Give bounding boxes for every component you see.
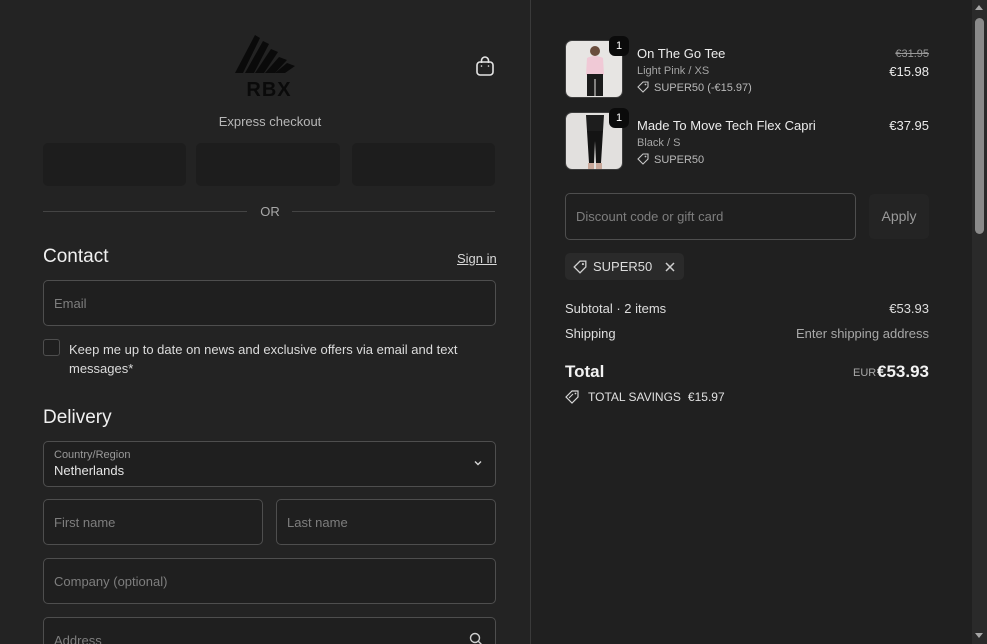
quantity-badge: 1 bbox=[609, 108, 629, 128]
brand-logo[interactable]: RBX bbox=[233, 33, 305, 99]
discount-code-field[interactable] bbox=[565, 193, 856, 240]
item-discount-text: SUPER50 bbox=[654, 154, 705, 166]
last-name-field[interactable] bbox=[276, 499, 496, 545]
express-pay-button-1[interactable] bbox=[43, 143, 186, 186]
express-checkout-label: Express checkout bbox=[218, 114, 322, 129]
country-select-value: Netherlands bbox=[54, 463, 125, 478]
item-discount: SUPER50 (-€15.97) bbox=[637, 81, 752, 94]
search-icon bbox=[469, 632, 482, 644]
close-icon[interactable] bbox=[664, 261, 676, 273]
item-name: Made To Move Tech Flex Capri bbox=[637, 118, 816, 133]
total-value: €53.93 bbox=[877, 362, 929, 381]
scrollbar-thumb[interactable] bbox=[975, 18, 984, 234]
item-price: €15.98 bbox=[889, 64, 929, 79]
item-original-price: €31.95 bbox=[895, 48, 929, 60]
first-name-input[interactable] bbox=[44, 500, 262, 544]
company-input[interactable] bbox=[44, 559, 495, 603]
subtotal-label: Subtotal · 2 items bbox=[565, 301, 667, 316]
shipping-value: Enter shipping address bbox=[796, 326, 929, 341]
country-select[interactable]: Country/Region Netherlands bbox=[43, 441, 496, 487]
discount-code-input[interactable] bbox=[566, 194, 855, 239]
scroll-up-arrow-icon[interactable] bbox=[975, 5, 983, 10]
total-savings: TOTAL SAVINGS €15.97 bbox=[565, 390, 725, 404]
subtotal-value: €53.93 bbox=[889, 301, 929, 316]
contact-heading: Contact bbox=[43, 246, 109, 267]
item-variant: Black / S bbox=[637, 137, 681, 149]
shipping-label: Shipping bbox=[565, 326, 616, 341]
chevron-down-icon bbox=[474, 461, 482, 466]
company-field[interactable] bbox=[43, 558, 496, 604]
country-select-label: Country/Region bbox=[54, 449, 131, 461]
tag-icon bbox=[573, 260, 587, 274]
item-discount: SUPER50 bbox=[637, 153, 704, 166]
address-input[interactable] bbox=[44, 618, 495, 644]
item-variant: Light Pink / XS bbox=[637, 65, 710, 77]
applied-code-text: SUPER50 bbox=[593, 259, 653, 274]
applied-code-chip: SUPER50 bbox=[565, 253, 685, 280]
item-price: €37.95 bbox=[889, 118, 929, 133]
item-name: On The Go Tee bbox=[637, 46, 726, 61]
email-field[interactable] bbox=[43, 280, 496, 326]
quantity-badge: 1 bbox=[609, 36, 629, 56]
newsletter-label: Keep me up to date on news and exclusive… bbox=[69, 342, 458, 376]
first-name-field[interactable] bbox=[43, 499, 263, 545]
item-discount-text: SUPER50 (-€15.97) bbox=[654, 82, 752, 94]
last-name-input[interactable] bbox=[277, 500, 495, 544]
or-divider-right bbox=[292, 211, 495, 212]
total-label: Total bbox=[565, 362, 605, 381]
sign-in-link[interactable]: Sign in bbox=[457, 251, 497, 266]
logo-wordmark: RBX bbox=[246, 79, 291, 99]
scroll-down-arrow-icon[interactable] bbox=[975, 633, 983, 638]
or-divider-left bbox=[43, 211, 247, 212]
tag-icon bbox=[637, 81, 649, 93]
newsletter-checkbox[interactable] bbox=[43, 339, 60, 356]
shopping-bag-icon[interactable] bbox=[474, 55, 496, 77]
apply-discount-button[interactable]: Apply bbox=[869, 194, 929, 239]
tag-icon bbox=[637, 153, 649, 165]
address-field[interactable] bbox=[43, 617, 496, 644]
express-pay-button-2[interactable] bbox=[196, 143, 340, 186]
express-pay-button-3[interactable] bbox=[352, 143, 495, 186]
savings-tag-icon bbox=[565, 390, 579, 404]
savings-label: TOTAL SAVINGS bbox=[588, 390, 681, 404]
or-divider-text: OR bbox=[260, 204, 280, 219]
email-input[interactable] bbox=[44, 281, 495, 325]
savings-value: €15.97 bbox=[687, 390, 725, 404]
total-currency: EUR bbox=[853, 367, 877, 379]
delivery-heading: Delivery bbox=[43, 407, 112, 428]
